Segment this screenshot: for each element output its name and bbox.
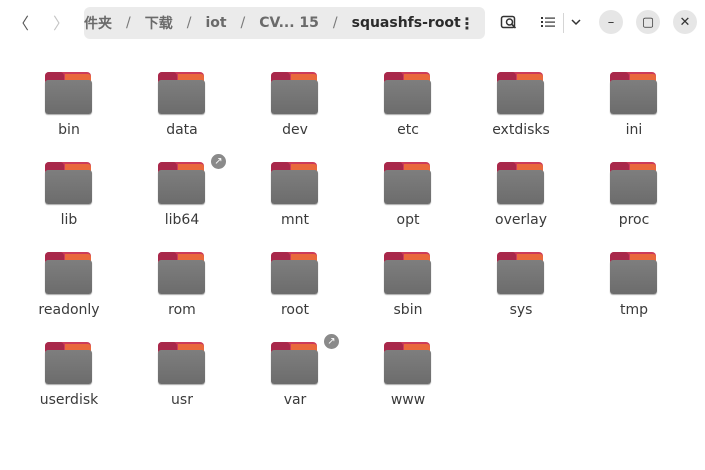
search-folder-icon (500, 15, 517, 29)
folder-label: lib (60, 212, 78, 228)
folder-item-bin[interactable]: bin (14, 66, 124, 154)
close-button[interactable]: ✕ (673, 10, 697, 34)
folder-item-userdisk[interactable]: userdisk (14, 336, 124, 424)
minimize-icon: – (607, 14, 615, 30)
folder-label: www (390, 392, 426, 408)
folder-icon (158, 342, 206, 386)
folder-label: data (166, 122, 198, 138)
search-button[interactable] (496, 9, 522, 35)
folder-icon (497, 162, 545, 206)
breadcrumb-item[interactable]: 下载 (145, 13, 173, 33)
folder-label: mnt (281, 212, 309, 228)
folder-label: dev (282, 122, 308, 138)
close-icon: ✕ (679, 14, 691, 30)
folder-icon (158, 72, 206, 116)
folder-icon (271, 162, 319, 206)
folder-icon (384, 72, 432, 116)
forward-button[interactable]: 〉 (48, 9, 74, 35)
folder-icon (45, 252, 93, 296)
folder-item-lib[interactable]: lib (14, 156, 124, 244)
folder-icon (610, 72, 658, 116)
folder-label: ini (625, 122, 643, 138)
folder-item-proc[interactable]: proc (579, 156, 689, 244)
folder-item-ini[interactable]: ini (579, 66, 689, 154)
folder-label: proc (618, 212, 650, 228)
folder-icon (384, 342, 432, 386)
back-button[interactable]: 〈 (8, 9, 34, 35)
folder-icon (45, 72, 93, 116)
folder-item-lib64[interactable]: ↗ lib64 (127, 154, 237, 244)
folder-item-tmp[interactable]: tmp (579, 246, 689, 334)
breadcrumb-item[interactable]: 件夹 (84, 13, 112, 33)
breadcrumb: 件夹 / 下载 / iot / CV... 15 / squashfs-root… (84, 7, 485, 39)
folder-label: bin (58, 122, 80, 138)
folder-icon (271, 252, 319, 296)
folder-icon (384, 162, 432, 206)
folder-item-rom[interactable]: rom (127, 246, 237, 334)
folder-item-sbin[interactable]: sbin (353, 246, 463, 334)
symlink-icon: ↗ (211, 154, 226, 169)
chevron-left-icon: 〈 (12, 14, 29, 33)
chevron-down-icon (571, 19, 581, 26)
folder-label: rom (168, 302, 196, 318)
folder-item-data[interactable]: data (127, 66, 237, 154)
folder-item-www[interactable]: www (353, 336, 463, 424)
folder-item-etc[interactable]: etc (353, 66, 463, 154)
folder-label: root (280, 302, 310, 318)
folder-item-sys[interactable]: sys (466, 246, 576, 334)
folder-icon (610, 162, 658, 206)
folder-label: sys (509, 302, 533, 318)
folder-icon (158, 252, 206, 296)
folder-item-overlay[interactable]: overlay (466, 156, 576, 244)
folder-icon: ↗ (158, 154, 226, 206)
folder-item-usr[interactable]: usr (127, 336, 237, 424)
folder-icon: ↗ (271, 334, 339, 386)
folder-icon (45, 342, 93, 386)
folder-item-extdisks[interactable]: extdisks (466, 66, 576, 154)
folder-label: readonly (38, 302, 100, 318)
path-menu-button[interactable]: ⋮ (455, 11, 479, 35)
header-bar: 〈 〉 件夹 / 下载 / iot / CV... 15 / squashfs-… (0, 0, 705, 46)
view-list-button[interactable] (536, 9, 560, 35)
folder-label: var (283, 392, 307, 408)
folder-label: etc (397, 122, 419, 138)
maximize-icon: ▢ (641, 14, 655, 30)
folder-item-readonly[interactable]: readonly (14, 246, 124, 334)
breadcrumb-separator: / (126, 15, 131, 31)
folder-label: overlay (495, 212, 547, 228)
folder-icon (497, 252, 545, 296)
folder-label: opt (396, 212, 420, 228)
breadcrumb-item[interactable]: iot (205, 15, 226, 31)
folder-label: userdisk (39, 392, 99, 408)
breadcrumb-separator: / (332, 15, 338, 31)
breadcrumb-current[interactable]: squashfs-root (352, 15, 461, 31)
maximize-button[interactable]: ▢ (636, 10, 660, 34)
minimize-button[interactable]: – (599, 10, 623, 34)
folder-item-var[interactable]: ↗ var (240, 334, 350, 424)
folder-icon (384, 252, 432, 296)
view-options-button[interactable] (566, 9, 586, 35)
folder-item-opt[interactable]: opt (353, 156, 463, 244)
folder-icon (497, 72, 545, 116)
toolbar-divider (563, 13, 564, 33)
folder-item-root[interactable]: root (240, 246, 350, 334)
folder-label: extdisks (492, 122, 550, 138)
folder-label: sbin (393, 302, 423, 318)
folder-label: tmp (619, 302, 648, 318)
vertical-dots-icon: ⋮ (459, 13, 475, 33)
folder-icon (271, 72, 319, 116)
chevron-right-icon: 〉 (52, 14, 69, 33)
breadcrumb-item[interactable]: CV... 15 (259, 15, 319, 31)
folder-label: lib64 (164, 212, 200, 228)
symlink-icon: ↗ (324, 334, 339, 349)
breadcrumb-separator: / (240, 15, 246, 31)
folder-icon (45, 162, 93, 206)
folder-icon (610, 252, 658, 296)
folder-item-mnt[interactable]: mnt (240, 156, 350, 244)
folder-item-dev[interactable]: dev (240, 66, 350, 154)
breadcrumb-separator: / (186, 15, 192, 31)
list-view-icon (541, 17, 555, 27)
folder-label: usr (171, 392, 193, 408)
